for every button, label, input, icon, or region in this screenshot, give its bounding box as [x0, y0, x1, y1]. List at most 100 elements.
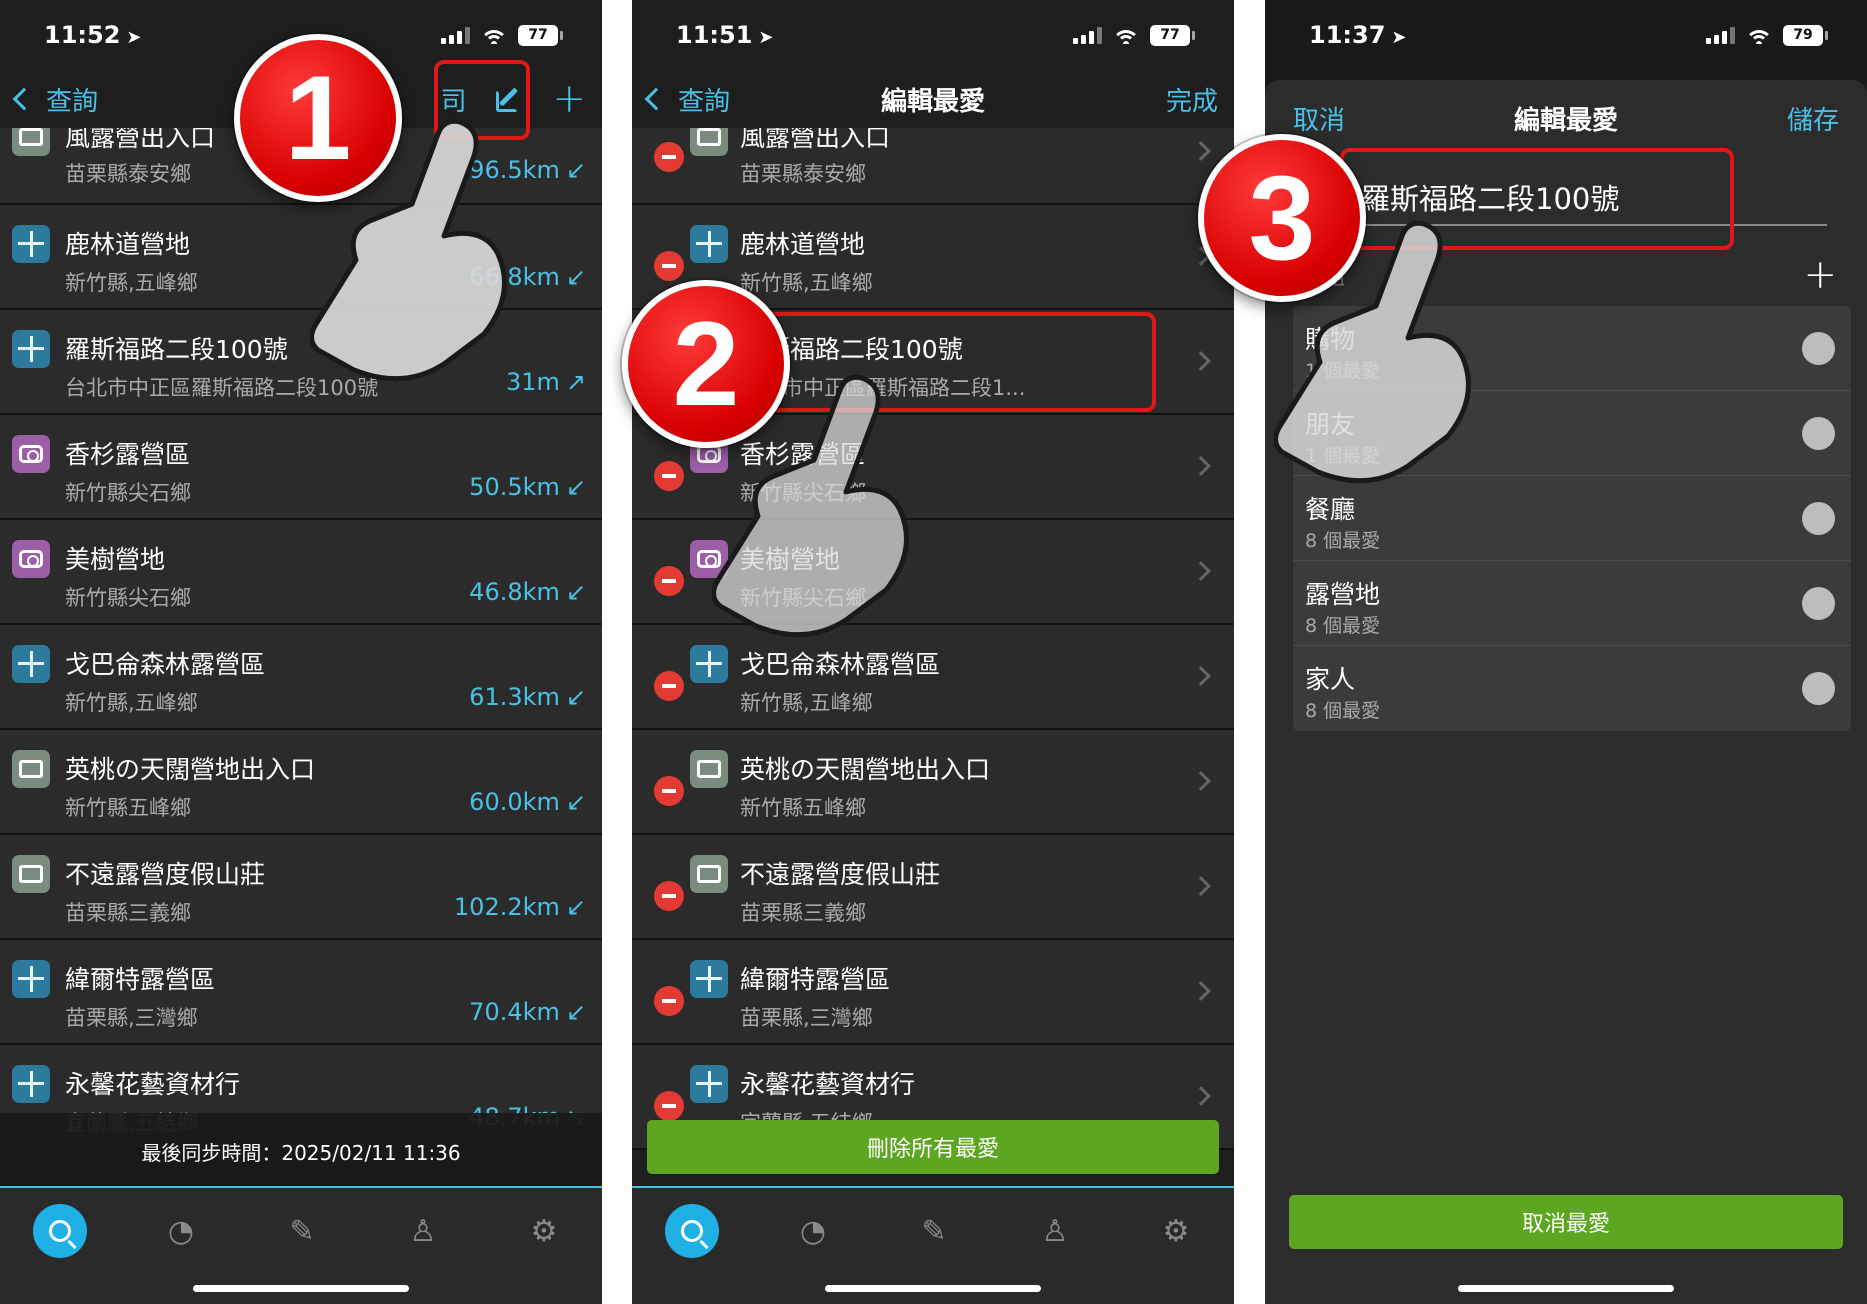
group-item[interactable]: 朋友 1 個最愛: [1293, 391, 1851, 476]
list-item[interactable]: 不遠露營度假山莊 苗栗縣三義鄉: [632, 835, 1234, 940]
distance-label: 66.8km ↙: [469, 263, 586, 291]
chevron-right-icon: [1191, 876, 1211, 896]
flashlight-icon: ✎: [921, 1213, 947, 1249]
group-item[interactable]: 餐廳 8 個最愛: [1293, 476, 1851, 561]
step-3-badge: 3: [1198, 134, 1366, 302]
group-item[interactable]: 露營地 8 個最愛: [1293, 561, 1851, 646]
delete-minus-icon[interactable]: [654, 671, 684, 701]
back-button[interactable]: 查詢: [12, 81, 98, 118]
favorites-list: 風露營出入口 苗栗縣泰安鄉 96.5km ↙ 鹿林道營地 新竹縣,五峰鄉 66.8…: [0, 118, 602, 1150]
delete-minus-icon[interactable]: [654, 1091, 684, 1121]
list-item[interactable]: 英桃の天闊營地出入口 新竹縣五峰鄉: [632, 730, 1234, 835]
crosshair-icon: [12, 1065, 50, 1103]
tab-search[interactable]: [33, 1204, 87, 1258]
list-item[interactable]: 緯爾特露營區 苗栗縣,三灣鄉 70.4km ↙: [0, 940, 602, 1045]
delete-minus-icon[interactable]: [654, 142, 684, 172]
step-2-badge: 2: [622, 280, 790, 448]
tab-explore[interactable]: ◔: [786, 1204, 840, 1258]
list-item[interactable]: 美樹營地 新竹縣尖石鄉: [632, 520, 1234, 625]
back-button[interactable]: 查詢: [644, 81, 730, 118]
direction-arrow-icon: ↙: [565, 998, 586, 1026]
chevron-right-icon: [1191, 1086, 1211, 1106]
delete-all-favorites-button[interactable]: 刪除所有最愛: [647, 1120, 1219, 1174]
direction-arrow-icon: ↙: [565, 156, 586, 184]
sheet-title: 編輯最愛: [1513, 105, 1618, 136]
home-indicator[interactable]: [193, 1285, 409, 1292]
sheet-nav-bar: 取消 編輯最愛 儲存: [1265, 98, 1867, 138]
highlight-name-field: [1340, 148, 1734, 250]
chevron-left-icon: [644, 87, 668, 111]
direction-arrow-icon: ↙: [565, 893, 586, 921]
tab-search[interactable]: [665, 1204, 719, 1258]
tab-explore[interactable]: ◔: [154, 1204, 208, 1258]
person-icon: ♙: [409, 1213, 437, 1249]
group-header: 群組 +: [1305, 255, 1837, 295]
tab-profile[interactable]: ♙: [1028, 1204, 1082, 1258]
done-button[interactable]: 完成: [1166, 81, 1218, 118]
step-1-badge: 1: [234, 34, 402, 202]
delete-minus-icon[interactable]: [654, 251, 684, 281]
sign-icon: [690, 855, 728, 893]
list-item[interactable]: 戈巴侖森林露營區 新竹縣,五峰鄉 61.3km ↙: [0, 625, 602, 730]
group-item[interactable]: 購物 1 個最愛: [1293, 306, 1851, 391]
flashlight-icon: ✎: [289, 1213, 315, 1249]
add-group-icon[interactable]: +: [1803, 255, 1837, 295]
chevron-right-icon: [1191, 771, 1211, 791]
distance-label: 46.8km ↙: [469, 578, 586, 606]
add-favorite-icon[interactable]: +: [552, 79, 586, 119]
tab-profile[interactable]: ♙: [396, 1204, 450, 1258]
home-indicator[interactable]: [1458, 1285, 1674, 1292]
radio-button[interactable]: [1802, 417, 1835, 450]
delete-minus-icon[interactable]: [654, 776, 684, 806]
cancel-button[interactable]: 取消: [1293, 100, 1345, 137]
list-item[interactable]: 不遠露營度假山莊 苗栗縣三義鄉 102.2km ↙: [0, 835, 602, 940]
direction-arrow-icon: ↙: [565, 578, 586, 606]
sign-icon: [12, 855, 50, 893]
chevron-right-icon: [1191, 141, 1211, 161]
list-item[interactable]: 英桃の天闊營地出入口 新竹縣五峰鄉 60.0km ↙: [0, 730, 602, 835]
crosshair-icon: [690, 225, 728, 263]
cellular-signal-icon: [441, 26, 470, 44]
search-icon: [49, 1220, 71, 1242]
home-indicator[interactable]: [825, 1285, 1041, 1292]
status-time: 11:37 ➤: [1309, 21, 1407, 49]
list-item[interactable]: 鹿林道營地 新竹縣,五峰鄉 66.8km ↙: [0, 205, 602, 310]
group-item[interactable]: 家人 8 個最愛: [1293, 646, 1851, 731]
delete-minus-icon[interactable]: [654, 986, 684, 1016]
list-item[interactable]: 戈巴侖森林露營區 新竹縣,五峰鄉: [632, 625, 1234, 730]
direction-arrow-icon: ↗: [565, 368, 586, 396]
delete-minus-icon[interactable]: [654, 461, 684, 491]
radio-button[interactable]: [1802, 587, 1835, 620]
chevron-right-icon: [1191, 561, 1211, 581]
crosshair-icon: [690, 645, 728, 683]
delete-minus-icon[interactable]: [654, 566, 684, 596]
delete-minus-icon[interactable]: [654, 881, 684, 911]
sign-icon: [12, 750, 50, 788]
radio-button[interactable]: [1802, 332, 1835, 365]
list-item[interactable]: 美樹營地 新竹縣尖石鄉 46.8km ↙: [0, 520, 602, 625]
list-item[interactable]: 羅斯福路二段100號 台北市中正區羅斯福路二段100號 31m ↗: [0, 310, 602, 415]
crosshair-icon: [12, 645, 50, 683]
list-item[interactable]: 香杉露營區 新竹縣尖石鄉 50.5km ↙: [0, 415, 602, 520]
status-time: 11:52 ➤: [44, 21, 142, 49]
radio-button[interactable]: [1802, 502, 1835, 535]
radio-button[interactable]: [1802, 672, 1835, 705]
unfavorite-button[interactable]: 取消最愛: [1289, 1195, 1843, 1249]
tab-tools[interactable]: ✎: [907, 1204, 961, 1258]
tab-settings[interactable]: ⚙: [517, 1204, 571, 1258]
tab-tools[interactable]: ✎: [275, 1204, 329, 1258]
camera-icon: [12, 435, 50, 473]
tab-settings[interactable]: ⚙: [1149, 1204, 1203, 1258]
list-item[interactable]: 緯爾特露營區 苗栗縣,三灣鄉: [632, 940, 1234, 1045]
status-time: 11:51 ➤: [676, 21, 774, 49]
highlight-edit-button: [434, 60, 530, 140]
chevron-right-icon: [1191, 666, 1211, 686]
direction-arrow-icon: ↙: [565, 263, 586, 291]
list-item[interactable]: 風露營出入口 苗栗縣泰安鄉: [632, 118, 1234, 205]
cellular-signal-icon: [1706, 26, 1735, 44]
chevron-right-icon: [1191, 456, 1211, 476]
person-icon: ♙: [1041, 1213, 1069, 1249]
save-button[interactable]: 儲存: [1787, 100, 1839, 137]
direction-arrow-icon: ↙: [565, 788, 586, 816]
compass-icon: ◔: [167, 1213, 195, 1249]
